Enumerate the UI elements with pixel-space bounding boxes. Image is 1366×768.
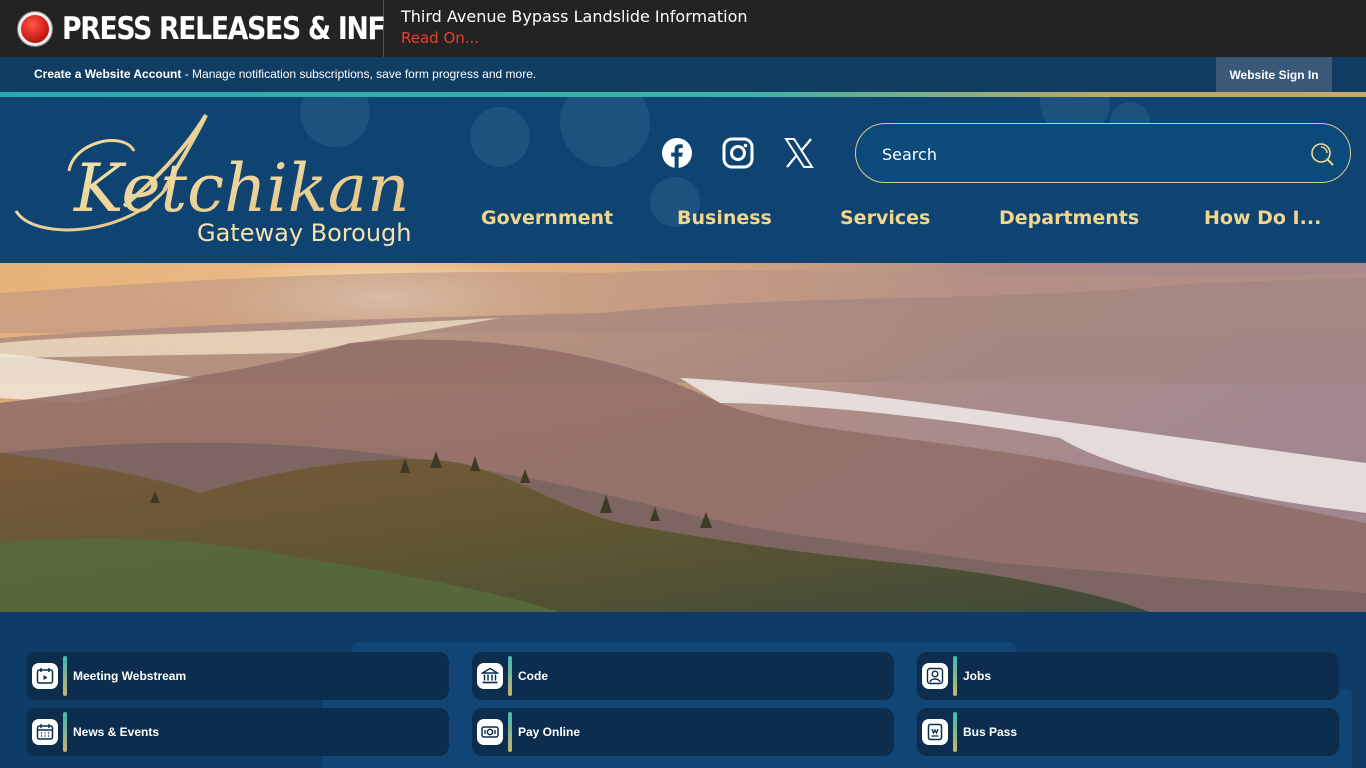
accent-bar [953,656,957,696]
video-calendar-icon [32,663,58,689]
account-bar: Create a Website Account - Manage notifi… [0,57,1366,92]
ketchikan-logo[interactable]: Ketchikan Gateway Borough [14,111,434,251]
quick-link-label: News & Events [73,725,160,739]
accent-bar [63,712,67,752]
x-twitter-icon[interactable] [783,137,815,169]
logo-script-text: Ketchikan [73,150,410,227]
quick-link-label: Pay Online [518,725,581,739]
nav-business[interactable]: Business [677,207,772,229]
alert-content: Third Avenue Bypass Landslide Informatio… [384,0,748,57]
nav-government[interactable]: Government [481,207,613,229]
bokeh-decoration [470,107,530,167]
instagram-icon[interactable] [722,137,754,169]
account-description: - Manage notification subscriptions, sav… [181,67,537,81]
alert-label-area[interactable]: PRESS RELEASES & INF [0,0,386,57]
bokeh-decoration [560,97,650,167]
search-icon[interactable] [1308,140,1336,168]
quick-link-label: Jobs [963,669,992,683]
quick-link-bus-pass[interactable]: Bus Pass [917,708,1339,756]
quick-link-jobs[interactable]: Jobs [917,652,1339,700]
facebook-icon[interactable] [661,137,693,169]
quick-link-label: Meeting Webstream [73,669,187,683]
nav-how-do-i[interactable]: How Do I... [1204,207,1321,229]
website-sign-in-button[interactable]: Website Sign In [1216,57,1332,92]
money-icon [477,719,503,745]
alert-headline[interactable]: Third Avenue Bypass Landslide Informatio… [401,6,748,27]
quick-link-news-events[interactable]: News & Events [27,708,449,756]
quick-links-section: Meeting Webstream Code Jobs News & Event… [0,612,1366,768]
nav-services[interactable]: Services [840,207,930,229]
quick-link-meeting-webstream[interactable]: Meeting Webstream [27,652,449,700]
search-input[interactable] [882,142,1282,166]
ticket-icon [922,719,948,745]
quick-link-pay-online[interactable]: Pay Online [472,708,894,756]
create-account-link[interactable]: Create a Website Account [34,67,181,81]
quick-link-code[interactable]: Code [472,652,894,700]
site-header: Ketchikan Gateway Borough Government Bus… [0,97,1366,263]
accent-bar [508,712,512,752]
accent-bar [953,712,957,752]
accent-bar [63,656,67,696]
alert-red-dot-icon [18,11,52,46]
account-notice: Create a Website Account - Manage notifi… [34,67,536,81]
search-box [855,123,1351,183]
person-badge-icon [922,663,948,689]
hero-landscape-image [0,263,1366,612]
courthouse-icon [477,663,503,689]
logo-subtitle: Gateway Borough [197,219,411,247]
quick-link-label: Code [518,669,548,683]
nav-departments[interactable]: Departments [999,207,1139,229]
quick-link-label: Bus Pass [963,725,1018,739]
emergency-alert-bar: PRESS RELEASES & INF Third Avenue Bypass… [0,0,1366,57]
accent-bar [508,656,512,696]
alert-read-on-link[interactable]: Read On... [401,27,748,49]
alert-category-title: PRESS RELEASES & INF [62,10,386,47]
calendar-icon [32,719,58,745]
